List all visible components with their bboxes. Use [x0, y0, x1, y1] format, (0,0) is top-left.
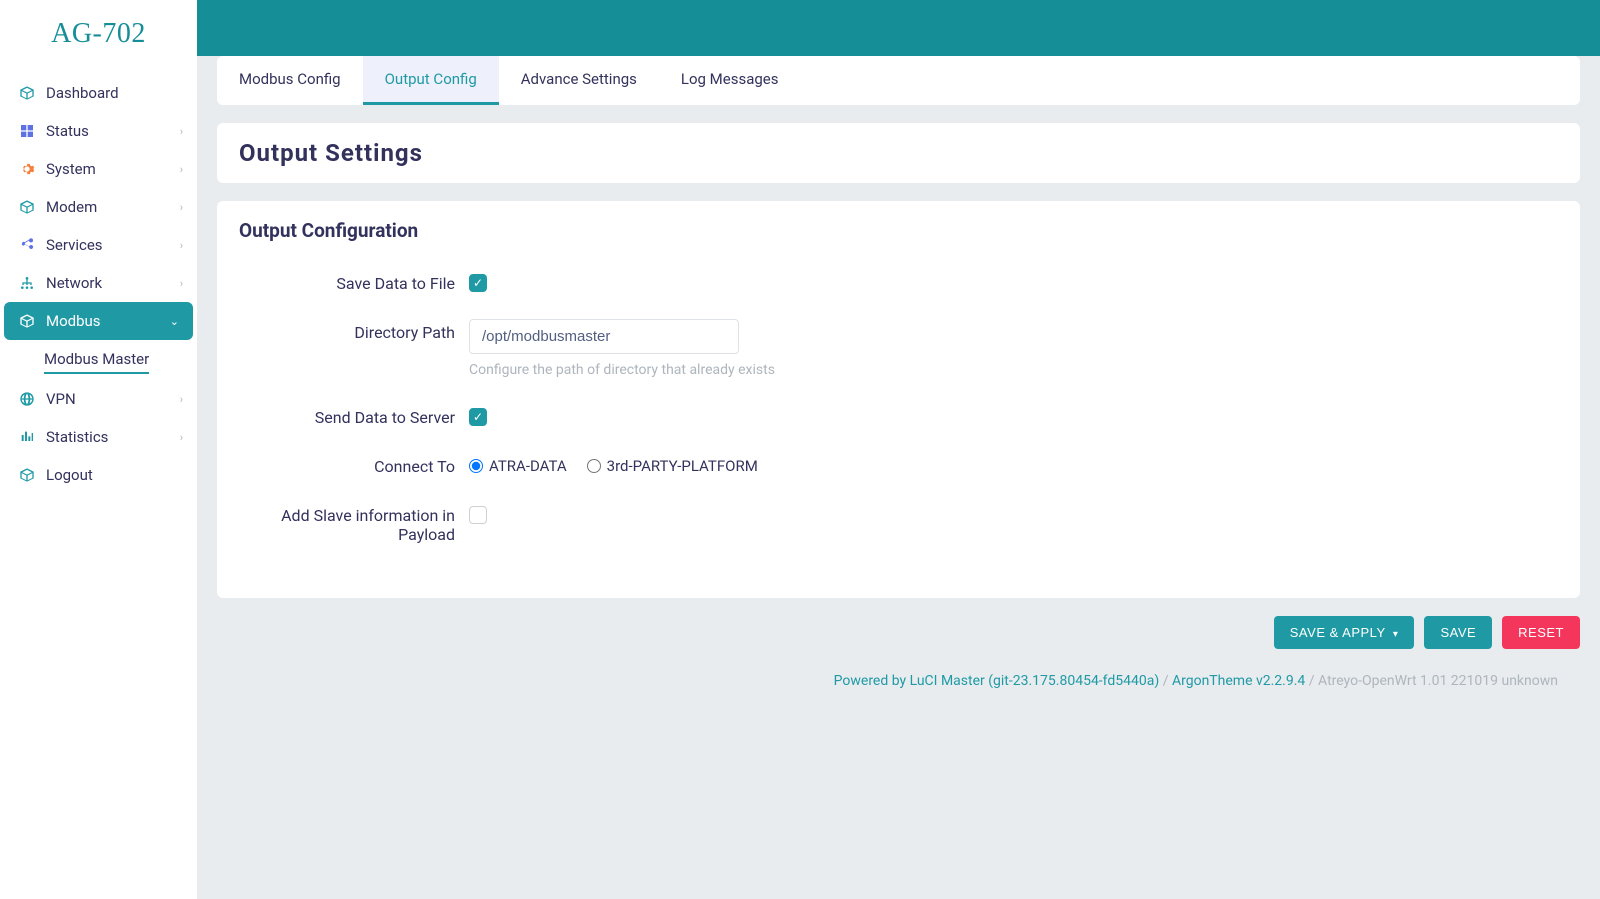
- footer: Powered by LuCI Master (git-23.175.80454…: [217, 673, 1580, 709]
- section-title: Output Configuration: [239, 219, 1558, 242]
- sidebar: AG-702 DashboardStatus›System›Modem›Serv…: [0, 0, 197, 899]
- chevron-right-icon: ›: [180, 125, 183, 138]
- config-panel: Output Configuration Save Data to File ✓…: [217, 201, 1580, 598]
- checkbox-send-to-server[interactable]: ✓: [469, 408, 487, 426]
- sidebar-subitem-modbus-master[interactable]: Modbus Master: [44, 340, 149, 374]
- sidebar-item-label: Status: [46, 122, 180, 140]
- tab-log-messages[interactable]: Log Messages: [659, 56, 801, 105]
- sidebar-item-label: Modem: [46, 198, 180, 216]
- tab-advance-settings[interactable]: Advance Settings: [499, 56, 659, 105]
- footer-luci-link[interactable]: Powered by LuCI Master (git-23.175.80454…: [834, 673, 1160, 689]
- chevron-right-icon: ›: [180, 201, 183, 214]
- radio-group-connect-to: ATRA-DATA 3rd-PARTY-PLATFORM: [469, 457, 1558, 475]
- content: Modbus ConfigOutput ConfigAdvance Settin…: [197, 56, 1600, 729]
- sidebar-item-label: Dashboard: [46, 84, 183, 102]
- tree-icon: [18, 274, 36, 292]
- save-button[interactable]: SAVE: [1424, 616, 1492, 649]
- checkbox-add-slave-info[interactable]: [469, 506, 487, 524]
- checkbox-save-to-file[interactable]: ✓: [469, 274, 487, 292]
- sidebar-item-label: System: [46, 160, 180, 178]
- radio-label: 3rd-PARTY-PLATFORM: [607, 457, 758, 475]
- sidebar-item-logout[interactable]: Logout: [0, 456, 197, 494]
- radio-input[interactable]: [469, 459, 483, 473]
- sidebar-item-services[interactable]: Services›: [0, 226, 197, 264]
- radio-label: ATRA-DATA: [489, 457, 567, 475]
- row-directory-path: Directory Path Configure the path of dir…: [239, 319, 1558, 378]
- input-directory-path[interactable]: [469, 319, 739, 354]
- footer-theme-link[interactable]: ArgonTheme v2.2.9.4: [1172, 673, 1305, 689]
- gear-icon: [18, 160, 36, 178]
- sidebar-item-statistics[interactable]: Statistics›: [0, 418, 197, 456]
- radio-input[interactable]: [587, 459, 601, 473]
- label-connect-to: Connect To: [239, 453, 469, 476]
- action-bar: SAVE & APPLY SAVE RESET: [217, 616, 1580, 649]
- cube-icon: [18, 312, 36, 330]
- main: Modbus ConfigOutput ConfigAdvance Settin…: [197, 0, 1600, 899]
- chevron-right-icon: ›: [180, 239, 183, 252]
- row-add-slave-info: Add Slave information in Payload: [239, 502, 1558, 544]
- tab-modbus-config[interactable]: Modbus Config: [217, 56, 363, 105]
- chevron-right-icon: ›: [180, 277, 183, 290]
- nav-list: DashboardStatus›System›Modem›Services›Ne…: [0, 74, 197, 494]
- radio-atra-data[interactable]: ATRA-DATA: [469, 457, 567, 475]
- brand-text: AG-702: [51, 18, 146, 49]
- help-directory-path: Configure the path of directory that alr…: [469, 362, 1558, 378]
- row-save-to-file: Save Data to File ✓: [239, 270, 1558, 293]
- sidebar-item-network[interactable]: Network›: [0, 264, 197, 302]
- radio-3rd-party-platform[interactable]: 3rd-PARTY-PLATFORM: [587, 457, 758, 475]
- label-directory-path: Directory Path: [239, 319, 469, 342]
- tab-output-config[interactable]: Output Config: [363, 56, 499, 105]
- sidebar-item-label: Logout: [46, 466, 183, 484]
- bars-icon: [18, 428, 36, 446]
- panel-title: Output Settings: [217, 123, 1580, 183]
- share-icon: [18, 236, 36, 254]
- globe-icon: [18, 390, 36, 408]
- cube-icon: [18, 466, 36, 484]
- save-apply-button[interactable]: SAVE & APPLY: [1274, 616, 1415, 649]
- page-title: Output Settings: [239, 139, 1558, 167]
- cube-icon: [18, 84, 36, 102]
- sidebar-item-label: Network: [46, 274, 180, 292]
- label-send-to-server: Send Data to Server: [239, 404, 469, 427]
- chevron-right-icon: ›: [180, 431, 183, 444]
- label-save-to-file: Save Data to File: [239, 270, 469, 293]
- label-add-slave-info: Add Slave information in Payload: [239, 502, 469, 544]
- chevron-right-icon: ›: [180, 393, 183, 406]
- footer-version: Atreyo-OpenWrt 1.01 221019 unknown: [1318, 673, 1558, 689]
- sidebar-item-vpn[interactable]: VPN›: [0, 380, 197, 418]
- nav-submenu: Modbus Master: [0, 340, 197, 380]
- tabs: Modbus ConfigOutput ConfigAdvance Settin…: [217, 56, 1580, 105]
- sidebar-item-label: Statistics: [46, 428, 180, 446]
- sidebar-item-label: VPN: [46, 390, 180, 408]
- brand: AG-702: [0, 0, 197, 74]
- cube-icon: [18, 198, 36, 216]
- row-connect-to: Connect To ATRA-DATA 3rd-PARTY-PLATFORM: [239, 453, 1558, 476]
- grid-icon: [18, 122, 36, 140]
- topbar: [197, 0, 1600, 56]
- sidebar-item-modem[interactable]: Modem›: [0, 188, 197, 226]
- sidebar-item-system[interactable]: System›: [0, 150, 197, 188]
- chevron-down-icon: ⌄: [170, 315, 179, 328]
- sidebar-item-label: Services: [46, 236, 180, 254]
- reset-button[interactable]: RESET: [1502, 616, 1580, 649]
- sidebar-item-modbus[interactable]: Modbus⌄: [4, 302, 193, 340]
- sidebar-item-label: Modbus: [46, 312, 170, 330]
- chevron-right-icon: ›: [180, 163, 183, 176]
- sidebar-item-status[interactable]: Status›: [0, 112, 197, 150]
- sidebar-item-dashboard[interactable]: Dashboard: [0, 74, 197, 112]
- row-send-to-server: Send Data to Server ✓: [239, 404, 1558, 427]
